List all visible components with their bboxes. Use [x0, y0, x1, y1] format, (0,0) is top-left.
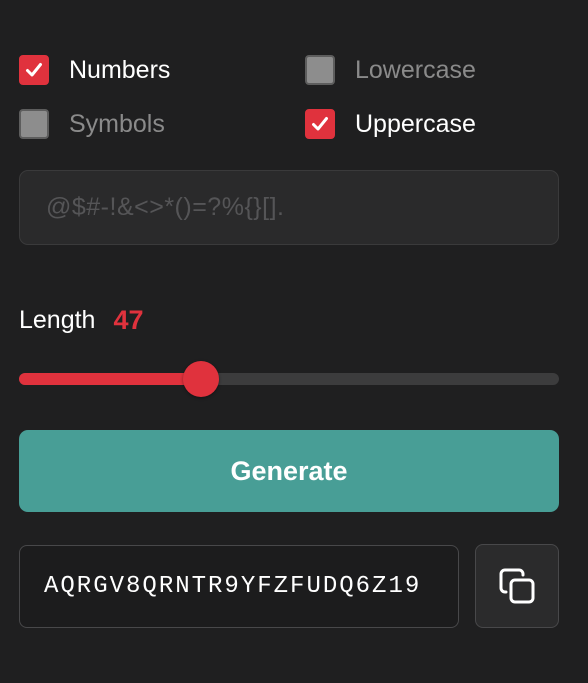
checkmark-icon [312, 117, 328, 131]
length-label: Length [19, 305, 96, 334]
lowercase-checkbox[interactable] [305, 55, 335, 85]
symbols-label: Symbols [69, 110, 165, 138]
numbers-checkbox[interactable] [19, 55, 49, 85]
slider-thumb[interactable] [182, 361, 219, 397]
symbols-input[interactable]: @$#-!&<>*()=?%{}[]. [19, 170, 559, 245]
lowercase-label: Lowercase [355, 56, 476, 84]
copy-button[interactable] [475, 544, 559, 628]
uppercase-label: Uppercase [355, 110, 476, 138]
option-symbols[interactable]: Symbols [19, 109, 165, 139]
password-text: AQRGV8QRNTR9YFZFUDQ6Z19 [44, 573, 422, 600]
length-value: 47 [113, 304, 144, 335]
length-row: Length 47 [19, 302, 144, 338]
symbols-placeholder: @$#-!&<>*()=?%{}[]. [46, 193, 285, 221]
option-uppercase[interactable]: Uppercase [305, 109, 476, 139]
numbers-label: Numbers [69, 56, 171, 84]
checkmark-icon [26, 63, 42, 77]
slider-fill [19, 373, 201, 385]
option-lowercase[interactable]: Lowercase [305, 55, 476, 85]
symbols-checkbox[interactable] [19, 109, 49, 139]
uppercase-checkbox[interactable] [305, 109, 335, 139]
option-numbers[interactable]: Numbers [19, 55, 170, 85]
copy-icon [499, 568, 535, 604]
length-slider[interactable] [19, 361, 559, 397]
password-output[interactable]: AQRGV8QRNTR9YFZFUDQ6Z19 [19, 545, 459, 628]
generate-button[interactable]: Generate [19, 430, 559, 512]
